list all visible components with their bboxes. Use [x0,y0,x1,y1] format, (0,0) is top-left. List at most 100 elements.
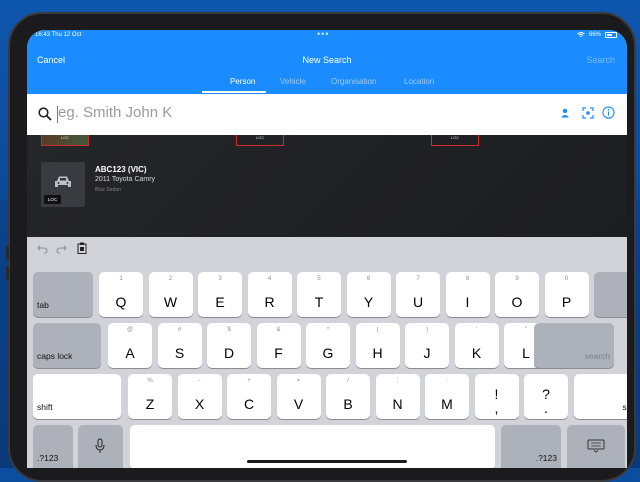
battery-percent: 66% [589,32,601,38]
tab-person[interactable]: Person [230,77,255,86]
key-alt-label: + [227,378,271,384]
key-label: Y [347,294,391,310]
key-z[interactable]: %Z [128,374,172,419]
ipad-screen: 16:43 Thu 12 Oct ••• 66% Cancel New Sear… [27,30,627,468]
search-results: LOC LOC LOC LOC ABC123 (VIC) 2011 Toyota… [27,135,627,237]
key-u[interactable]: 7U [396,272,440,317]
key-label: P [545,294,589,310]
key-label: search [584,351,610,361]
clipboard-icon[interactable] [77,242,87,254]
key-label: caps lock [37,351,72,361]
redo-icon[interactable] [56,245,67,254]
undo-icon[interactable] [37,245,48,254]
key-x[interactable]: -X [178,374,222,419]
caps-lock-key[interactable]: caps lock [33,323,101,368]
key-f[interactable]: &F [257,323,301,368]
wifi-icon [577,32,585,38]
search-key[interactable]: search [534,323,614,368]
key-alt-label: ; [376,378,420,384]
key-label: X [178,396,222,412]
loc-badge-mini: LOC [451,135,459,140]
status-time: 16:43 Thu 12 Oct [35,32,81,38]
key-t[interactable]: 5T [297,272,341,317]
numbers-key[interactable]: .?123 [33,425,73,468]
key-p[interactable]: 0P [545,272,589,317]
key-c[interactable]: +C [227,374,271,419]
key-label: U [396,294,440,310]
key-label: B [326,396,370,412]
dictation-key[interactable] [78,425,123,468]
tab-organisation[interactable]: Organisation [331,77,376,86]
search-icon [38,107,52,121]
key-label: J [405,345,449,361]
key-h[interactable]: (H [356,323,400,368]
person-icon[interactable] [560,108,570,118]
key-s[interactable]: #S [158,323,202,368]
key-alt-label: 2 [149,276,193,282]
status-dots: ••• [317,30,329,39]
key-o[interactable]: 9O [495,272,539,317]
info-icon[interactable] [602,106,615,119]
scan-icon[interactable] [582,107,594,119]
key-exclamation[interactable]: !, [475,374,519,419]
key-label: O [495,294,539,310]
key-alt-label: % [128,378,172,384]
shift-right-key[interactable]: shift [574,374,627,419]
key-j[interactable]: )J [405,323,449,368]
car-icon [54,175,72,189]
key-alt-label: ( [356,327,400,333]
dismiss-keyboard-key[interactable] [567,425,625,468]
key-n[interactable]: ;N [376,374,420,419]
key-secondary-label: . [524,400,568,416]
key-label: W [149,294,193,310]
numbers-key-right[interactable]: .?123 [501,425,561,468]
result-subtitle: 2011 Toyota Camry [95,176,155,183]
tab-location[interactable]: Location [404,77,434,86]
key-alt-label: / [326,378,370,384]
tab-key[interactable]: tab [33,272,93,317]
result-title[interactable]: ABC123 (VIC) [95,165,147,174]
key-m[interactable]: :M [425,374,469,419]
key-a[interactable]: @A [108,323,152,368]
key-alt-label: 9 [495,276,539,282]
volume-down-button [6,266,9,280]
key-k[interactable]: 'K [455,323,499,368]
key-w[interactable]: 2W [149,272,193,317]
key-label: A [108,345,152,361]
shift-left-key[interactable]: shift [33,374,121,419]
search-button[interactable]: Search [586,55,615,65]
key-y[interactable]: 6Y [347,272,391,317]
search-bar [27,94,627,135]
key-alt-label: 3 [198,276,242,282]
key-v[interactable]: =V [277,374,321,419]
key-label: S [158,345,202,361]
page-title: New Search [27,55,627,65]
result-detail: Blue Sedan [95,187,121,193]
result-thumb-partial[interactable]: LOC [431,135,479,146]
key-e[interactable]: 3E [198,272,242,317]
key-secondary-label: , [475,400,519,416]
key-i[interactable]: 8I [446,272,490,317]
key-label: Z [128,396,172,412]
loc-badge-mini: LOC [256,135,264,140]
key-d[interactable]: $D [207,323,251,368]
key-question[interactable]: ?. [524,374,568,419]
key-b[interactable]: /B [326,374,370,419]
key-label: M [425,396,469,412]
key-g[interactable]: *G [306,323,350,368]
vehicle-thumbnail[interactable]: LOC [41,162,85,207]
key-label: G [306,345,350,361]
result-thumb-partial[interactable]: LOC [41,135,89,146]
key-label: N [376,396,420,412]
search-input[interactable] [58,104,498,121]
keyboard-dismiss-icon [587,439,605,453]
key-q[interactable]: 1Q [99,272,143,317]
key-label: V [277,396,321,412]
key-alt-label: # [158,327,202,333]
tab-vehicle[interactable]: Vehicle [280,77,306,86]
key-label: R [248,294,292,310]
key-label: T [297,294,341,310]
delete-key[interactable]: delete [594,272,627,317]
key-r[interactable]: 4R [248,272,292,317]
result-thumb-partial[interactable]: LOC [236,135,284,146]
